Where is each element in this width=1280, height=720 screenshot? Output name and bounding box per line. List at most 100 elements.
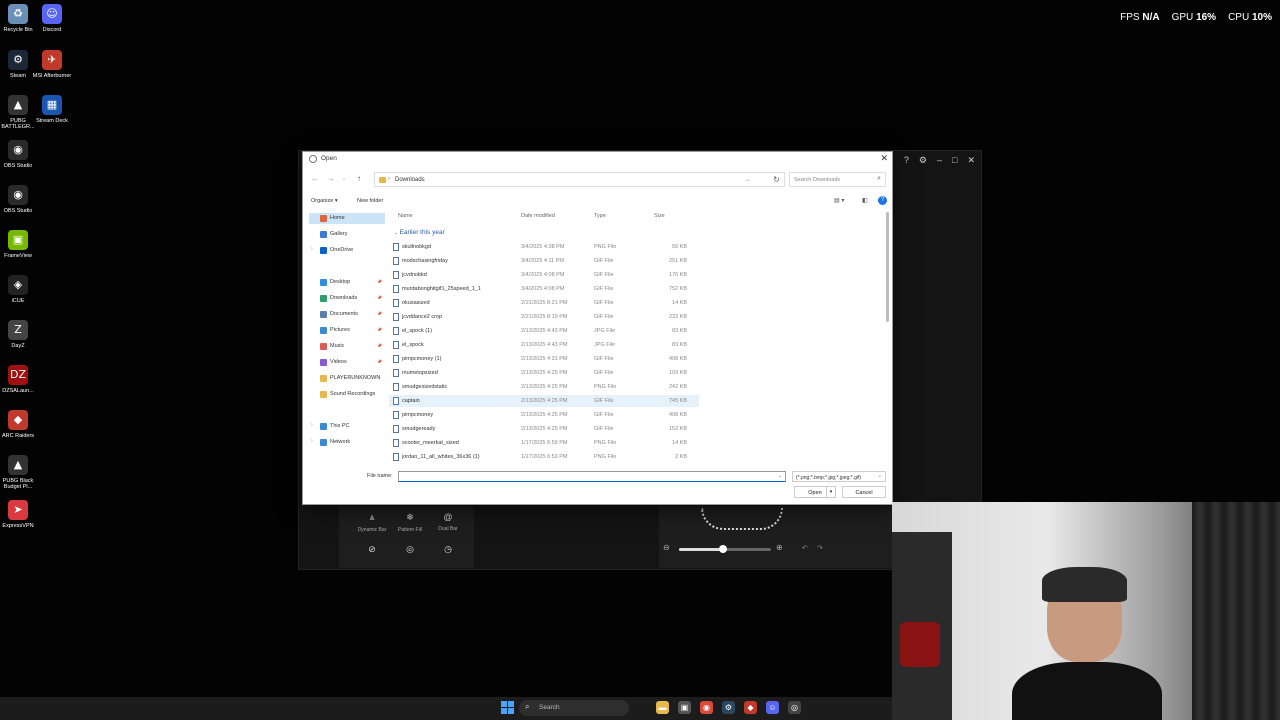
preview-pane-icon[interactable]: ◧ — [862, 197, 868, 204]
sidebar-item-playerunknown[interactable]: PLAYERUNKNOWN — [309, 373, 385, 384]
desktop-icon-item[interactable]: ✈ MSI Afterburner — [30, 50, 74, 79]
refresh-icon[interactable]: ↻ — [773, 175, 780, 184]
tool-dynamic-bar[interactable]: ⩓ Dynamic Bar — [353, 512, 391, 533]
tool-button[interactable]: ◷ — [429, 544, 467, 559]
desktop-icon-item[interactable]: ◉ OBS Studio — [0, 140, 40, 169]
sidebar-item-music[interactable]: Music 📌 — [309, 341, 385, 352]
gear-icon[interactable]: ⚙ — [919, 155, 927, 166]
sidebar-item-sound-recordings[interactable]: Sound Recordings — [309, 389, 385, 400]
desktop-icon-item[interactable]: DZ DZSALaun... — [0, 365, 40, 394]
organize-button[interactable]: Organize ▾ — [311, 198, 338, 204]
back-icon[interactable]: ← — [311, 174, 319, 183]
file-name-input[interactable]: ⌄ — [398, 471, 786, 482]
file-row[interactable]: el_spock (1) 2/13/2025 4:43 PM JPG File 83 … — [389, 325, 699, 337]
chevron-down-icon[interactable]: ⌄ — [745, 176, 750, 183]
tool-pattern-fill[interactable]: ❄ Pattern Fill — [391, 512, 429, 533]
obs-icon[interactable]: ◎ — [788, 701, 801, 714]
desktop-icon-item[interactable]: ▲ PUBG Black Budget Pl... — [0, 455, 40, 490]
sidebar-item-gallery[interactable]: Gallery — [309, 229, 385, 240]
view-options-icon[interactable]: ▤ ▾ — [834, 197, 844, 204]
file-row[interactable]: captain 2/13/2025 4:25 PM GIF File 745 KB — [389, 395, 699, 407]
help-icon[interactable]: ? — [904, 155, 909, 166]
column-size-header[interactable]: Size — [654, 213, 665, 219]
open-options-chevron-icon[interactable]: ▾ — [826, 487, 835, 497]
file-row[interactable]: el_spock 2/13/2025 4:43 PM JPG File 83 KB — [389, 339, 699, 351]
recent-chevron-icon[interactable]: ⌄ — [342, 176, 346, 182]
sidebar-item-documents[interactable]: Documents 📌 — [309, 309, 385, 320]
desktop-icon-item[interactable]: ☺ Discord — [30, 4, 74, 33]
app-icon[interactable]: ◆ — [744, 701, 757, 714]
redo-icon[interactable]: ↷ — [817, 544, 823, 552]
open-button[interactable]: Open ▾ — [794, 486, 836, 498]
file-size: 176 KB — [668, 272, 687, 278]
sidebar-item-this-pc[interactable]: › This PC — [309, 421, 385, 432]
sidebar-item-downloads[interactable]: Downloads 📌 — [309, 293, 385, 304]
task-view-icon[interactable]: ▣ — [678, 701, 691, 714]
file-row[interactable]: jcvddance2 crop 2/21/2025 8:19 PM GIF File… — [389, 311, 699, 323]
maximize-icon[interactable]: □ — [952, 155, 957, 166]
file-row[interactable]: pimpcmoney (1) 2/13/2025 4:31 PM GIF File 4… — [389, 353, 699, 365]
minimize-icon[interactable]: – — [937, 155, 942, 166]
sidebar-item-desktop[interactable]: Desktop 📌 — [309, 277, 385, 288]
desktop-icon-item[interactable]: ➤ ExpressVPN — [0, 500, 40, 529]
column-date-header[interactable]: Date modified — [521, 213, 555, 219]
breadcrumb-downloads[interactable]: Downloads — [395, 177, 425, 183]
sidebar-item-network[interactable]: › Network — [309, 437, 385, 448]
help-icon[interactable]: ? — [878, 196, 887, 205]
sidebar-item-onedrive[interactable]: › OneDrive — [309, 245, 385, 256]
sidebar-item-label: Documents — [330, 311, 358, 317]
file-type-filter[interactable]: (*.png;*.bmp;*.jpg;*.jpeg;*.gif) ⌄ — [792, 471, 886, 482]
file-row[interactable]: jordan_11_all_whites_36x36 (1) 1/17/2025 … — [389, 451, 699, 461]
file-row[interactable]: pimpcmoney 2/13/2025 4:25 PM GIF File 408 K… — [389, 409, 699, 421]
file-explorer-icon[interactable]: ▬ — [656, 701, 669, 714]
group-header[interactable]: ⌄ Earlier this year — [394, 229, 445, 236]
expand-chevron-icon[interactable]: › — [311, 422, 313, 428]
file-row[interactable]: jcvdnobkd 3/4/2025 4:08 PM GIF File 176 KB — [389, 269, 699, 281]
steam-icon[interactable]: ⚙ — [722, 701, 735, 714]
address-bar[interactable]: › Downloads ⌄ ↻ — [374, 172, 785, 187]
new-folder-button[interactable]: New folder — [357, 198, 383, 204]
file-row[interactable]: okusasized 2/21/2025 8:21 PM GIF File 14 KB — [389, 297, 699, 309]
sidebar-item-home[interactable]: Home — [309, 213, 385, 224]
file-row[interactable]: murdabonghitgif1_25speed_1_1 3/4/2025 4:0… — [389, 283, 699, 295]
tool-dual-bar[interactable]: @ Dual Bar — [429, 512, 467, 532]
discord-icon[interactable]: ☺ — [766, 701, 779, 714]
desktop-icon-item[interactable]: ◉ OBS Studio — [0, 185, 40, 214]
file-row[interactable]: skullnobkgd 3/4/2025 4:38 PM PNG File 56 KB — [389, 241, 699, 253]
up-icon[interactable]: ↑ — [357, 174, 361, 183]
close-icon[interactable]: ✕ — [880, 153, 888, 164]
column-type-header[interactable]: Type — [594, 213, 606, 219]
tool-button[interactable]: ◎ — [391, 544, 429, 559]
file-row[interactable]: mumetopsized 2/13/2025 4:25 PM GIF File 103… — [389, 367, 699, 379]
chrome-icon[interactable]: ◉ — [700, 701, 713, 714]
close-icon[interactable]: ✕ — [967, 155, 975, 166]
desktop-icon-item[interactable]: ◈ iCUE — [0, 275, 40, 304]
zoom-slider[interactable] — [679, 545, 771, 553]
taskbar-search[interactable]: ⌕ Search — [519, 700, 629, 716]
file-list-scrollbar[interactable] — [886, 212, 889, 322]
desktop-icon-item[interactable]: ◆ ARC Raiders — [0, 410, 40, 439]
undo-icon[interactable]: ↶ — [802, 544, 808, 552]
expand-chevron-icon[interactable]: › — [311, 438, 313, 444]
expand-chevron-icon[interactable]: › — [311, 246, 313, 252]
file-row[interactable]: smudgesizedstatic 2/13/2025 4:25 PM PNG Fi… — [389, 381, 699, 393]
zoom-out-icon[interactable]: ⊖ — [663, 543, 670, 552]
column-name-header[interactable]: Name — [398, 213, 413, 219]
taskbar: ⌕ Search ▬ ▣ ◉ ⚙ ◆ ☺ ◎ — [0, 697, 892, 720]
file-row[interactable]: modschasingfriday 3/4/2025 4:11 PM GIF Fil… — [389, 255, 699, 267]
cancel-button[interactable]: Cancel — [842, 486, 886, 498]
tool-button[interactable]: ⊘ — [353, 544, 391, 559]
zoom-in-icon[interactable]: ⊕ — [776, 543, 783, 552]
chevron-down-icon[interactable]: ⌄ — [778, 473, 782, 479]
sidebar-item-pictures[interactable]: Pictures 📌 — [309, 325, 385, 336]
file-row[interactable]: scooter_meerkat_sized 1/17/2025 6:59 PM PN… — [389, 437, 699, 449]
file-row[interactable]: smudgeready 2/13/2025 4:25 PM GIF File 152 … — [389, 423, 699, 435]
desktop-icon-item[interactable]: Z DayZ — [0, 320, 40, 349]
start-button[interactable] — [501, 701, 514, 714]
desktop-icon-item[interactable]: ▣ FrameView — [0, 230, 40, 259]
desktop-icon-item[interactable]: ▦ Stream Deck — [30, 95, 74, 124]
sidebar-item-videos[interactable]: Videos 📌 — [309, 357, 385, 368]
search-box[interactable]: Search Downloads ⌕ — [789, 172, 886, 187]
file-type: GIF File — [594, 314, 614, 320]
forward-icon[interactable]: → — [327, 174, 335, 183]
